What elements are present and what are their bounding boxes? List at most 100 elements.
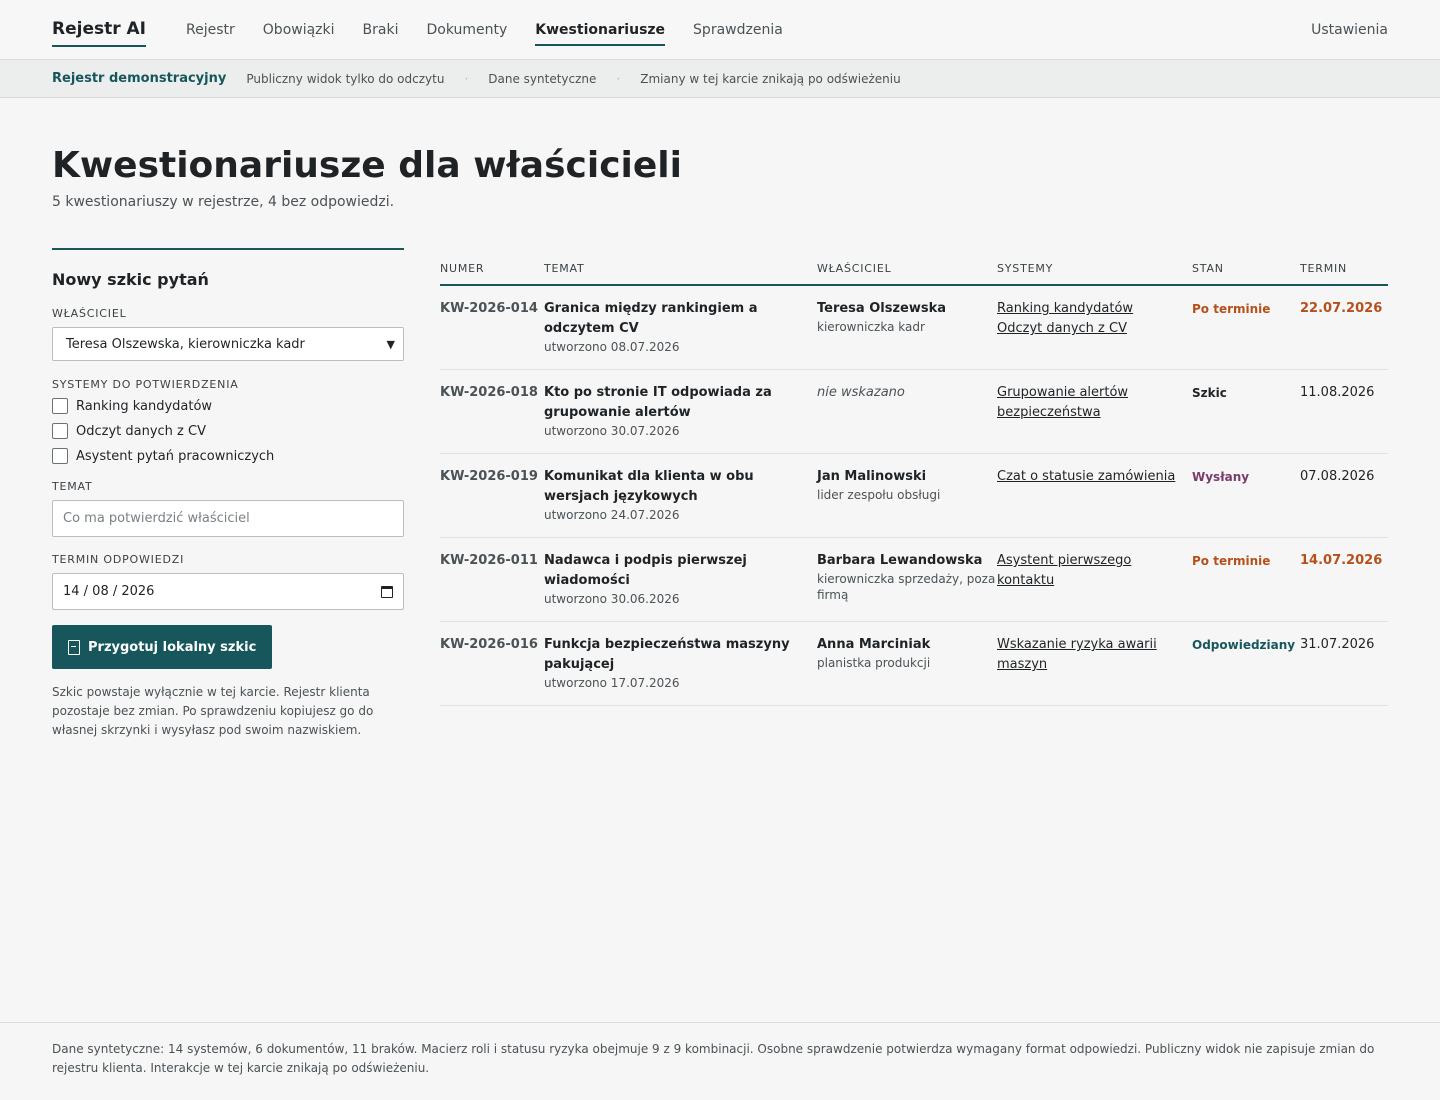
main-content: Nowy szkic pytań WŁAŚCICIEL Teresa Olsze… <box>0 210 1440 740</box>
page-header: Kwestionariusze dla właścicieli 5 kwesti… <box>0 98 1440 210</box>
row-number: KW-2026-019 <box>440 453 544 538</box>
topic-input[interactable]: Co ma potwierdzić właściciel <box>52 500 404 537</box>
checkbox[interactable] <box>52 423 68 439</box>
row-topic-text: Nadawca i podpis pierwszej wiadomości <box>544 553 747 588</box>
system-checkbox-row[interactable]: Odczyt danych z CV <box>52 423 404 439</box>
row-systems: Ranking kandydatów Odczyt danych z CV <box>997 285 1192 370</box>
system-link[interactable]: Grupowanie alertów bezpieczeństwa <box>997 383 1192 423</box>
row-created: utworzono 08.07.2026 <box>544 340 680 354</box>
owner-select-value: Teresa Olszewska, kierowniczka kadr <box>66 336 305 352</box>
status-badge: Szkic <box>1192 369 1300 454</box>
new-draft-panel: Nowy szkic pytań WŁAŚCICIEL Teresa Olsze… <box>52 248 404 740</box>
nav-link-rejestr[interactable]: Rejestr <box>186 14 235 46</box>
row-deadline: 14.07.2026 <box>1300 537 1388 622</box>
row-topic: Granica między rankingiem a odczytem CV … <box>544 285 817 370</box>
page-subtitle: 5 kwestionariuszy w rejestrze, 4 bez odp… <box>52 194 395 210</box>
owner-role: planistka produkcji <box>817 656 931 670</box>
col-header-systems: SYSTEMY <box>997 262 1192 286</box>
owner-not-assigned: nie wskazano <box>817 385 905 400</box>
banner-item: Dane syntetyczne <box>488 71 597 86</box>
col-header-deadline: TERMIN <box>1300 262 1388 286</box>
table-row: KW-2026-018 Kto po stronie IT odpowiada … <box>440 369 1388 454</box>
row-systems: Wskazanie ryzyka awarii maszyn <box>997 621 1192 706</box>
prepare-draft-button[interactable]: Przygotuj lokalny szkic <box>52 625 273 669</box>
top-nav: Rejestr AI Rejestr Obowiązki Braki Dokum… <box>0 0 1440 60</box>
system-link[interactable]: Czat o statusie zamówienia <box>997 467 1192 487</box>
owner-name: Anna Marciniak <box>817 637 931 652</box>
col-header-owner: WŁAŚCICIEL <box>817 262 997 286</box>
row-owner: Teresa Olszewska kierowniczka kadr <box>817 285 997 370</box>
owner-role: kierowniczka sprzedaży, poza firmą <box>817 572 996 602</box>
row-number: KW-2026-018 <box>440 369 544 454</box>
button-label: Przygotuj lokalny szkic <box>88 639 257 655</box>
topic-label: TEMAT <box>52 480 93 493</box>
status-badge: Po terminie <box>1192 285 1300 370</box>
nav-link-obowiazki[interactable]: Obowiązki <box>263 14 335 46</box>
nav-link-settings[interactable]: Ustawienia <box>1311 22 1388 38</box>
row-deadline: 07.08.2026 <box>1300 453 1388 538</box>
row-owner: Barbara Lewandowska kierowniczka sprzeda… <box>817 537 997 622</box>
row-number: KW-2026-016 <box>440 621 544 706</box>
banner-item: Zmiany w tej karcie znikają po odświeżen… <box>640 71 901 86</box>
brand-logo[interactable]: Rejestr AI <box>52 13 147 47</box>
owner-role: kierowniczka kadr <box>817 320 925 334</box>
deadline-value: 14 / 08 / 2026 <box>63 584 155 599</box>
questionnaires-table: NUMER TEMAT WŁAŚCICIEL SYSTEMY STAN TERM… <box>440 262 1388 706</box>
owner-role: lider zespołu obsługi <box>817 488 941 502</box>
owner-label: WŁAŚCICIEL <box>52 307 127 320</box>
checkbox[interactable] <box>52 448 68 464</box>
questionnaires-table-wrap: NUMER TEMAT WŁAŚCICIEL SYSTEMY STAN TERM… <box>440 248 1388 740</box>
system-link[interactable]: Asystent pierwszego kontaktu <box>997 551 1192 591</box>
row-topic: Nadawca i podpis pierwszej wiadomości ut… <box>544 537 817 622</box>
row-topic-text: Funkcja bezpieczeństwa maszyny pakującej <box>544 637 790 672</box>
system-link[interactable]: Odczyt danych z CV <box>997 319 1192 339</box>
draft-note: Szkic powstaje wyłącznie w tej karcie. R… <box>52 685 374 737</box>
status-badge: Wysłany <box>1192 453 1300 538</box>
owner-name: Barbara Lewandowska <box>817 553 983 568</box>
owner-name: Teresa Olszewska <box>817 301 947 316</box>
topic-placeholder: Co ma potwierdzić właściciel <box>63 511 250 526</box>
row-topic: Komunikat dla klienta w obu wersjach jęz… <box>544 453 817 538</box>
calendar-icon[interactable] <box>381 585 393 598</box>
demo-banner: Rejestr demonstracyjny Publiczny widok t… <box>0 60 1440 98</box>
row-owner: Anna Marciniak planistka produkcji <box>817 621 997 706</box>
nav-link-kwestionariusze[interactable]: Kwestionariusze <box>535 14 666 46</box>
nav-link-braki[interactable]: Braki <box>363 14 399 46</box>
banner-separator: · <box>464 71 469 86</box>
row-created: utworzono 17.07.2026 <box>544 676 680 690</box>
table-row: KW-2026-016 Funkcja bezpieczeństwa maszy… <box>440 621 1388 706</box>
row-owner: nie wskazano <box>817 369 997 454</box>
system-checkbox-row[interactable]: Ranking kandydatów <box>52 398 404 414</box>
page-title: Kwestionariusze dla właścicieli <box>52 145 682 186</box>
row-topic-text: Granica między rankingiem a odczytem CV <box>544 301 758 336</box>
document-icon <box>68 639 80 655</box>
row-topic: Funkcja bezpieczeństwa maszyny pakującej… <box>544 621 817 706</box>
nav-links: Rejestr Obowiązki Braki Dokumenty Kwesti… <box>186 14 1311 46</box>
owner-select[interactable]: Teresa Olszewska, kierowniczka kadr ▼ <box>52 327 404 361</box>
checkbox[interactable] <box>52 398 68 414</box>
owner-name: Jan Malinowski <box>817 469 927 484</box>
system-link[interactable]: Ranking kandydatów <box>997 299 1192 319</box>
nav-link-dokumenty[interactable]: Dokumenty <box>426 14 507 46</box>
row-systems: Grupowanie alertów bezpieczeństwa <box>997 369 1192 454</box>
systems-label: SYSTEMY DO POTWIERDZENIA <box>52 378 239 391</box>
checkbox-label: Asystent pytań pracowniczych <box>76 448 275 464</box>
banner-item: Publiczny widok tylko do odczytu <box>246 71 445 86</box>
checkbox-label: Ranking kandydatów <box>76 398 213 414</box>
deadline-date-input[interactable]: 14 / 08 / 2026 <box>52 573 404 610</box>
row-number: KW-2026-014 <box>440 285 544 370</box>
deadline-label: TERMIN ODPOWIEDZI <box>52 553 185 566</box>
table-header-row: NUMER TEMAT WŁAŚCICIEL SYSTEMY STAN TERM… <box>440 262 1388 286</box>
nav-link-sprawdzenia[interactable]: Sprawdzenia <box>693 14 783 46</box>
system-link[interactable]: Wskazanie ryzyka awarii maszyn <box>997 635 1192 675</box>
row-deadline: 11.08.2026 <box>1300 369 1388 454</box>
col-header-topic: TEMAT <box>544 262 817 286</box>
row-topic: Kto po stronie IT odpowiada za grupowani… <box>544 369 817 454</box>
row-created: utworzono 30.07.2026 <box>544 424 680 438</box>
row-topic-text: Komunikat dla klienta w obu wersjach jęz… <box>544 469 754 504</box>
footer-note: Dane syntetyczne: 14 systemów, 6 dokumen… <box>0 1022 1440 1100</box>
row-deadline: 22.07.2026 <box>1300 285 1388 370</box>
table-row: KW-2026-019 Komunikat dla klienta w obu … <box>440 453 1388 538</box>
system-checkbox-row[interactable]: Asystent pytań pracowniczych <box>52 448 404 464</box>
checkbox-label: Odczyt danych z CV <box>76 423 206 439</box>
